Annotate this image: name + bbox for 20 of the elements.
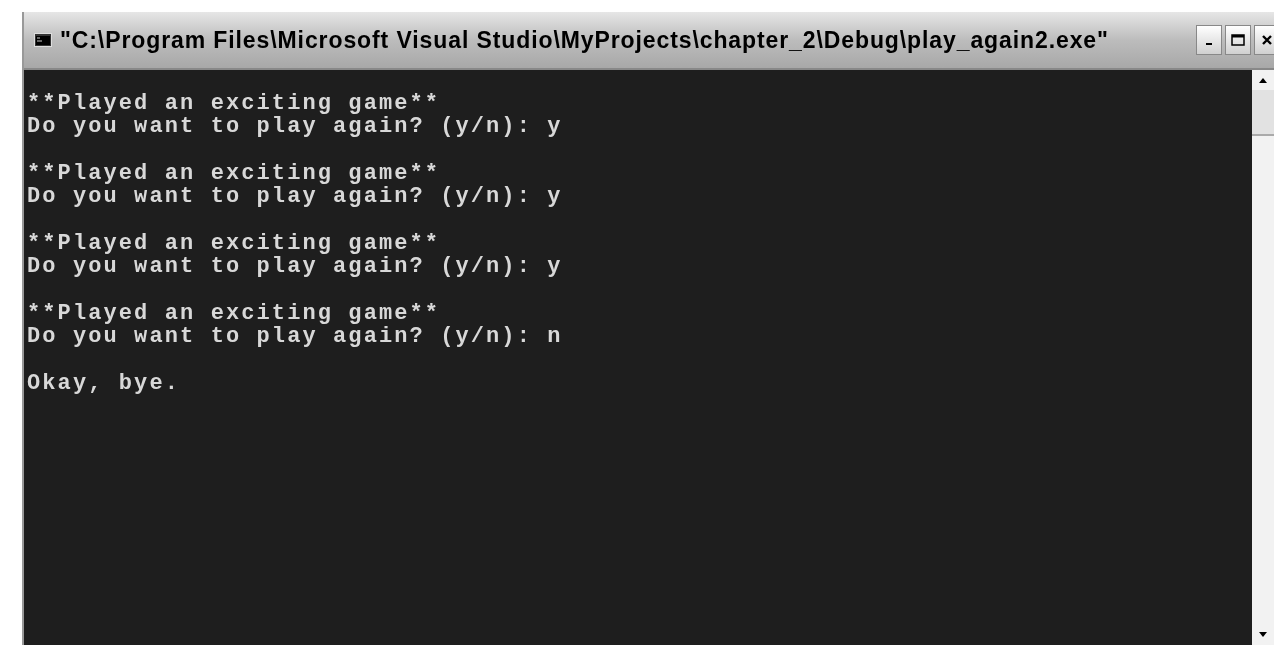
window-title: "C:\Program Files\Microsoft Visual Studio\MyProjects\chapter_2\Debug\play_again2.exe" (60, 26, 1110, 54)
console-line: **Played an exciting game** (27, 232, 442, 255)
maximize-button[interactable] (1225, 25, 1251, 55)
console-line: **Played an exciting game** (27, 302, 442, 325)
console-line: **Played an exciting game** (27, 162, 442, 185)
close-button[interactable] (1254, 25, 1274, 55)
scroll-down-icon[interactable] (1257, 631, 1269, 639)
console-line: Do you want to play again? (y/n): y (27, 185, 564, 208)
console-line: **Played an exciting game** (27, 92, 442, 115)
scroll-bar[interactable] (1252, 70, 1274, 645)
scroll-up-icon[interactable] (1257, 76, 1269, 84)
close-icon (1261, 34, 1273, 46)
maximize-icon (1231, 34, 1245, 46)
console-line: Do you want to play again? (y/n): y (27, 255, 564, 278)
scroll-thumb[interactable] (1252, 90, 1274, 136)
minimize-icon (1206, 43, 1212, 45)
console-icon (34, 33, 52, 47)
console-line: Do you want to play again? (y/n): y (27, 115, 564, 138)
console-line: Okay, bye. (27, 372, 182, 395)
console-line: Do you want to play again? (y/n): n (27, 325, 564, 348)
